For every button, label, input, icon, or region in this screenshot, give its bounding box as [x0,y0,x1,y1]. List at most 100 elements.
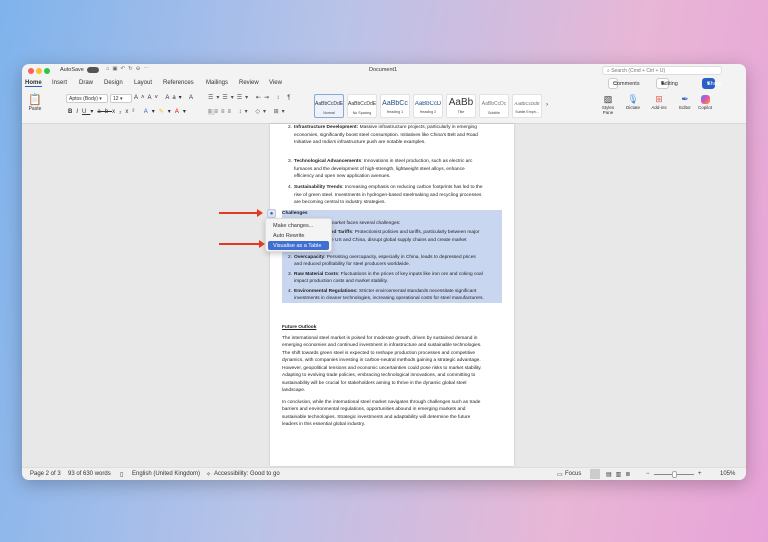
quick-access-icons[interactable]: ⌂▣↶↻⊖⋯ [106,66,152,72]
font-format-row1[interactable]: A˄A˅ Aa▾ A [134,94,196,101]
paste-label: Paste [28,106,42,112]
font-size-value: 12 [113,96,119,102]
styles-pane-label: Styles Pane [601,105,615,115]
font-value: Aptos (Body) [69,96,98,102]
style-preview: AaBbCcDdE [514,101,540,106]
share-label: Share [707,81,722,87]
menu-item-auto-rewrite[interactable]: Auto Rewrite [268,231,329,240]
tab-home[interactable]: Home [25,80,42,87]
zoom-in-button[interactable]: + [698,471,702,477]
clipboard-icon: 📋 [28,94,42,106]
style-preview: AaBbCcD [414,101,442,107]
addins-button[interactable]: ⊞ Add-ins [648,94,670,110]
style-no-spacing[interactable]: AaBbCcDdE No Spacing [347,94,377,118]
style-label: Title [457,110,465,114]
style-preview: AaBbCc [382,100,408,107]
menu-item-visualise-as-table[interactable]: Visualise as a Table [268,241,329,250]
style-subtle-emphasis[interactable]: AaBbCcDdE Subtle Emph... [512,94,542,118]
share-button[interactable]: Share ▾ [702,78,722,89]
status-bar: Page 2 of 3 93 of 630 words ▯ English (U… [22,467,746,480]
tab-mailings[interactable]: Mailings [206,80,228,86]
menu-item-make-changes[interactable]: Make changes... [268,221,329,230]
word-count[interactable]: 93 of 630 words [68,471,111,477]
paragraph-row2[interactable]: ≡≡≡≡ ↕▾ ◇▾ ⊞▾ [208,108,288,115]
tab-draw[interactable]: Draw [79,80,93,86]
language[interactable]: English (United Kingdom) [132,471,200,477]
list-item: 3. Raw Material Costs: Fluctuations in th… [288,271,483,285]
addins-label: Add-ins [651,105,667,110]
list-item: 4. Environmental Regulations: Stricter en… [288,288,484,302]
editing-button[interactable]: ✎ Editing ▾ [656,78,678,89]
copilot-button[interactable]: Copilot [695,94,715,110]
print-layout-view-button[interactable] [590,469,600,479]
search-input[interactable]: ⌕ Search (Cmd + Ctrl + U) [602,66,722,75]
paste-button[interactable]: 📋 Paste [26,93,44,112]
document-title: Document1 [369,67,398,73]
style-label: Subtitle [488,111,500,115]
styles-pane-button[interactable]: ▨ Styles Pane [598,94,618,115]
copilot-inline-icon[interactable]: ● [267,209,276,218]
style-preview: AaBbCcDdE [315,101,343,107]
zoom-level[interactable]: 105% [720,471,735,477]
challenges-heading: Challenges [282,211,308,216]
future-outlook-heading: Future Outlook [282,325,317,330]
tab-design[interactable]: Design [104,80,123,86]
editor-label: Editor [679,105,691,110]
ribbon-home: 📋 Paste Aptos (Body) ▾ 12 ▾ A˄A˅ Aa▾ A BI… [22,91,746,123]
tab-view[interactable]: View [269,80,282,86]
font-format-row2[interactable]: BIU▾abx₂x² A▾✎▾A▾ [68,108,190,115]
accessibility-status[interactable]: Accessibility: Good to go [214,471,280,477]
autosave-toggle[interactable] [87,67,99,73]
focus-icon[interactable]: ▭ [557,471,563,478]
editor-pen-icon: ✒ [681,94,689,104]
font-size-select[interactable]: 12 ▾ [110,94,132,103]
addins-grid-icon: ⊞ [655,94,663,104]
style-label: Subtle Emph... [515,110,539,114]
proofing-icon[interactable]: ▯ [120,471,123,478]
style-preview: AaBbCcDdE [348,101,376,107]
style-label: Heading 1 [386,110,404,114]
close-button[interactable] [28,67,34,74]
list-item: 3. Technological Advancements: Innovation… [288,159,473,179]
document-area[interactable]: 2. Infrastructure Development: Massive in… [22,123,746,467]
accessibility-icon[interactable]: ✧ [206,471,211,478]
paragraph-row1[interactable]: ☰▾☰▾☰▾ ⇤⇥ ↕ ¶ [208,94,293,101]
tab-review[interactable]: Review [239,80,259,86]
tab-insert[interactable]: Insert [52,80,67,86]
style-heading-1[interactable]: AaBbCc Heading 1 [380,94,410,118]
tab-layout[interactable]: Layout [134,80,152,86]
dictate-button[interactable]: 🎙 Dictate [622,94,644,110]
editor-button[interactable]: ✒ Editor [676,94,694,110]
focus-button[interactable]: Focus [565,471,581,477]
maximize-button[interactable] [44,67,50,74]
comments-label: Comments [613,81,640,87]
font-select[interactable]: Aptos (Body) ▾ [66,94,108,103]
copilot-menu: Make changes... Auto Rewrite Visualise a… [265,218,332,252]
outlook-paragraph: The international steel market is poised… [282,335,482,394]
copilot-icon [700,95,710,104]
tab-references[interactable]: References [163,80,194,86]
conclusion-paragraph: In conclusion, while the international s… [282,399,481,428]
ribbon-tabs: Home Insert Draw Design Layout Reference… [22,78,746,90]
editing-label: Editing [661,81,678,87]
autosave-label: AutoSave [60,67,84,73]
zoom-slider-thumb[interactable] [672,471,677,478]
comments-button[interactable]: ▭ Comments [608,78,640,89]
minimize-button[interactable] [36,67,42,74]
view-buttons[interactable]: ▤▥≣ [606,471,634,478]
style-subtitle[interactable]: AaBbCcDc Subtitle [479,94,509,118]
annotation-arrow [219,240,265,248]
style-title[interactable]: AaBb Title [446,94,476,118]
word-window: AutoSave ⌂▣↶↻⊖⋯ Document1 ⌕ Search (Cmd … [22,64,746,480]
style-label: No Spacing [352,111,372,115]
style-label: Heading 2 [419,110,437,114]
page-count[interactable]: Page 2 of 3 [30,471,61,477]
title-bar: AutoSave ⌂▣↶↻⊖⋯ Document1 ⌕ Search (Cmd … [22,64,746,77]
style-heading-2[interactable]: AaBbCcD Heading 2 [413,94,443,118]
document-page[interactable]: 2. Infrastructure Development: Massive in… [270,124,514,466]
style-normal[interactable]: AaBbCcDdE Normal [314,94,344,118]
zoom-out-button[interactable]: − [646,471,650,477]
list-item: 4. Sustainability Trends: Increasing emph… [288,185,483,205]
styles-gallery: AaBbCcDdE Normal AaBbCcDdE No Spacing AaBb… [312,91,594,123]
styles-more-chevron-icon[interactable]: › [546,102,548,108]
